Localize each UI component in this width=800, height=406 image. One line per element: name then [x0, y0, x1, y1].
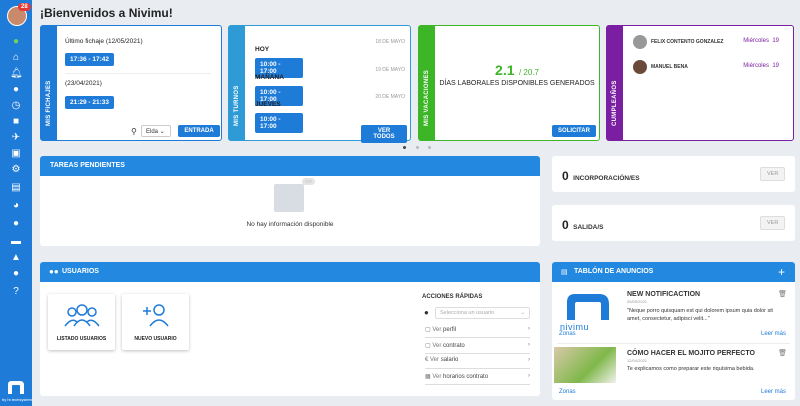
new-user-tile[interactable]: NUEVO USUARIO — [122, 294, 189, 350]
add-notice-button[interactable]: + — [778, 265, 785, 279]
list-users-label: LISTADO USUARIOS — [56, 336, 107, 342]
board-icon: ▤ — [561, 269, 568, 276]
action-view-profile[interactable]: ▢ Ver perfil › — [425, 326, 530, 338]
action-view-schedules[interactable]: ▦ Ver horarios contrato › — [425, 373, 530, 385]
empty-inbox-icon — [274, 184, 304, 212]
clock-in-button[interactable]: ENTRADA — [178, 125, 220, 137]
birthday-name: MANUEL BENA — [651, 64, 688, 70]
fichajes-card: MIS FICHAJES Último fichaje (12/05/2021)… — [40, 25, 222, 141]
users-header: USUARIOS — [40, 262, 540, 282]
see-incorporations-button[interactable]: VER — [760, 167, 786, 181]
bell-icon[interactable]: 🔔︎ — [10, 68, 23, 80]
mojito-image — [554, 347, 616, 383]
avatar — [633, 35, 647, 49]
tasks-empty-text: No hay información disponible — [246, 221, 334, 228]
gear-icon[interactable]: ⚙ — [10, 164, 22, 176]
vacation-label: DÍAS LABORALES DISPONIBLES GENERADOS — [439, 80, 595, 87]
tasks-header: TAREAS PENDIENTES — [40, 156, 540, 176]
nivimu-logo — [8, 381, 24, 394]
page-title: ¡Bienvenidos a Nivimu! — [40, 6, 173, 20]
quick-actions-title: ACCIONES RÁPIDAS — [422, 294, 483, 300]
clipboard-icon[interactable]: ▤ — [10, 182, 22, 194]
fichajes-strip: MIS FICHAJES — [41, 26, 57, 140]
user-select[interactable]: Selecciona un usuario ⌄ — [435, 307, 530, 319]
user-settings-icon[interactable]: ● — [10, 268, 22, 280]
pie-chart-icon[interactable]: ◕ — [10, 200, 22, 212]
notice-date: 05/05/2021 — [627, 299, 648, 304]
notice-body: "Neque porro quisquam est qui dolorem ip… — [627, 308, 773, 322]
action-view-contract[interactable]: ▢ Ver contrato › — [425, 342, 530, 354]
avatar — [633, 60, 647, 74]
prev-clock-time: 21:29 - 21:33 — [65, 96, 115, 109]
briefcase-icon[interactable]: ■ — [10, 116, 22, 128]
id-card-icon[interactable]: ▣ — [10, 148, 22, 160]
notice-date: 12/04/2021 — [627, 358, 648, 363]
notice-zones[interactable]: Zonas — [559, 331, 576, 337]
trash-icon[interactable]: 🗑︎ — [778, 349, 787, 357]
user-icon: ● — [424, 308, 429, 317]
trash-icon[interactable]: 🗑︎ — [778, 290, 787, 298]
incorporations-card: 0 INCORPORACIÓN/ES VER — [552, 156, 795, 192]
carousel-dot[interactable] — [428, 146, 431, 149]
vacaciones-card: MIS VACACIONES 2.1 / 20.7 DÍAS LABORALES… — [418, 25, 600, 141]
users-icon — [63, 304, 100, 327]
birthday-date: Miércoles 19 — [743, 38, 779, 44]
logo-caption: by hr.techsystem — [2, 397, 33, 402]
tasks-card: TAREAS PENDIENTES ??? No hay información… — [40, 156, 540, 246]
users-icon[interactable]: ● — [10, 84, 22, 96]
notice-zones[interactable]: Zonas — [559, 389, 576, 395]
users-group-icon: ●● — [49, 267, 59, 276]
notification-badge: 28 — [18, 3, 31, 11]
location-pin-icon: ⚲ — [131, 127, 137, 136]
prev-clock-label: (23/04/2021) — [65, 80, 102, 87]
graduation-icon[interactable]: ▲ — [10, 252, 22, 264]
notice-title[interactable]: CÓMO HACER EL MOJITO PERFECTO — [627, 350, 755, 357]
add-user-icon — [142, 304, 169, 327]
see-exits-button[interactable]: VER — [760, 216, 786, 230]
last-clock-label: Último fichaje (12/05/2021) — [65, 38, 143, 45]
vacation-days: 2.1 / 20.7 — [495, 62, 539, 78]
divider — [65, 73, 211, 74]
read-more-link[interactable]: Leer más — [761, 331, 786, 337]
notice-title[interactable]: NEW NOTIFICACTION — [627, 291, 700, 298]
notice-board-header: TABLÓN DE ANUNCIOS — [552, 262, 795, 282]
new-user-label: NUEVO USUARIO — [134, 336, 177, 342]
vacaciones-strip: MIS VACACIONES — [419, 26, 435, 140]
last-clock-time: 17:36 - 17:42 — [65, 53, 115, 66]
nivimu-logo — [567, 294, 609, 320]
exits-count: 0 SALIDA/S — [562, 218, 604, 232]
plane-icon[interactable]: ✈ — [10, 132, 22, 144]
see-all-shifts-button[interactable]: VER TODOS — [361, 125, 407, 143]
birthdays-card: CUMPLEAÑOS FELIX CONTENTO GONZALEZ Miérc… — [606, 25, 794, 141]
request-vacation-button[interactable]: SOLICITAR — [552, 125, 596, 137]
folder-icon[interactable]: ▬ — [10, 236, 22, 248]
chat-icon[interactable]: ● — [10, 218, 22, 230]
notice-body: Te explicamos como preparar este riquísi… — [627, 366, 755, 372]
birthdays-strip: CUMPLEAÑOS — [607, 26, 623, 140]
action-view-salary[interactable]: € Ver salario › — [425, 357, 530, 369]
divider — [557, 343, 790, 344]
empty-badge: ??? — [302, 178, 315, 185]
birthday-date: Miércoles 19 — [743, 63, 779, 69]
turnos-strip: MIS TURNOS — [229, 26, 245, 140]
sidebar: 28 ● ⌂ 🔔︎ ● ◷ ■ ✈ ▣ ⚙ ▤ ◕ ● ▬ ▲ ● ? by h… — [0, 0, 32, 406]
carousel-dot[interactable] — [403, 146, 406, 149]
read-more-link[interactable]: Leer más — [761, 389, 786, 395]
incorporations-count: 0 INCORPORACIÓN/ES — [562, 169, 640, 183]
turnos-card: MIS TURNOS HOY 18 DE MAYO 10:00 - 17:00 … — [228, 25, 411, 143]
exits-card: 0 SALIDA/S VER — [552, 205, 795, 241]
list-users-tile[interactable]: LISTADO USUARIOS — [48, 294, 115, 350]
carousel-dot[interactable] — [416, 146, 419, 149]
leaf-icon[interactable]: ● — [10, 36, 22, 48]
birthday-name: FELIX CONTENTO GONZALEZ — [651, 39, 724, 45]
help-icon[interactable]: ? — [10, 286, 22, 298]
notice-board-card: TABLÓN DE ANUNCIOS ▤ + nivimu NEW NOTIFI… — [552, 262, 795, 400]
home-icon[interactable]: ⌂ — [10, 52, 22, 64]
location-select[interactable]: Elda ⌄ — [141, 125, 171, 137]
clock-icon[interactable]: ◷ — [10, 100, 22, 112]
